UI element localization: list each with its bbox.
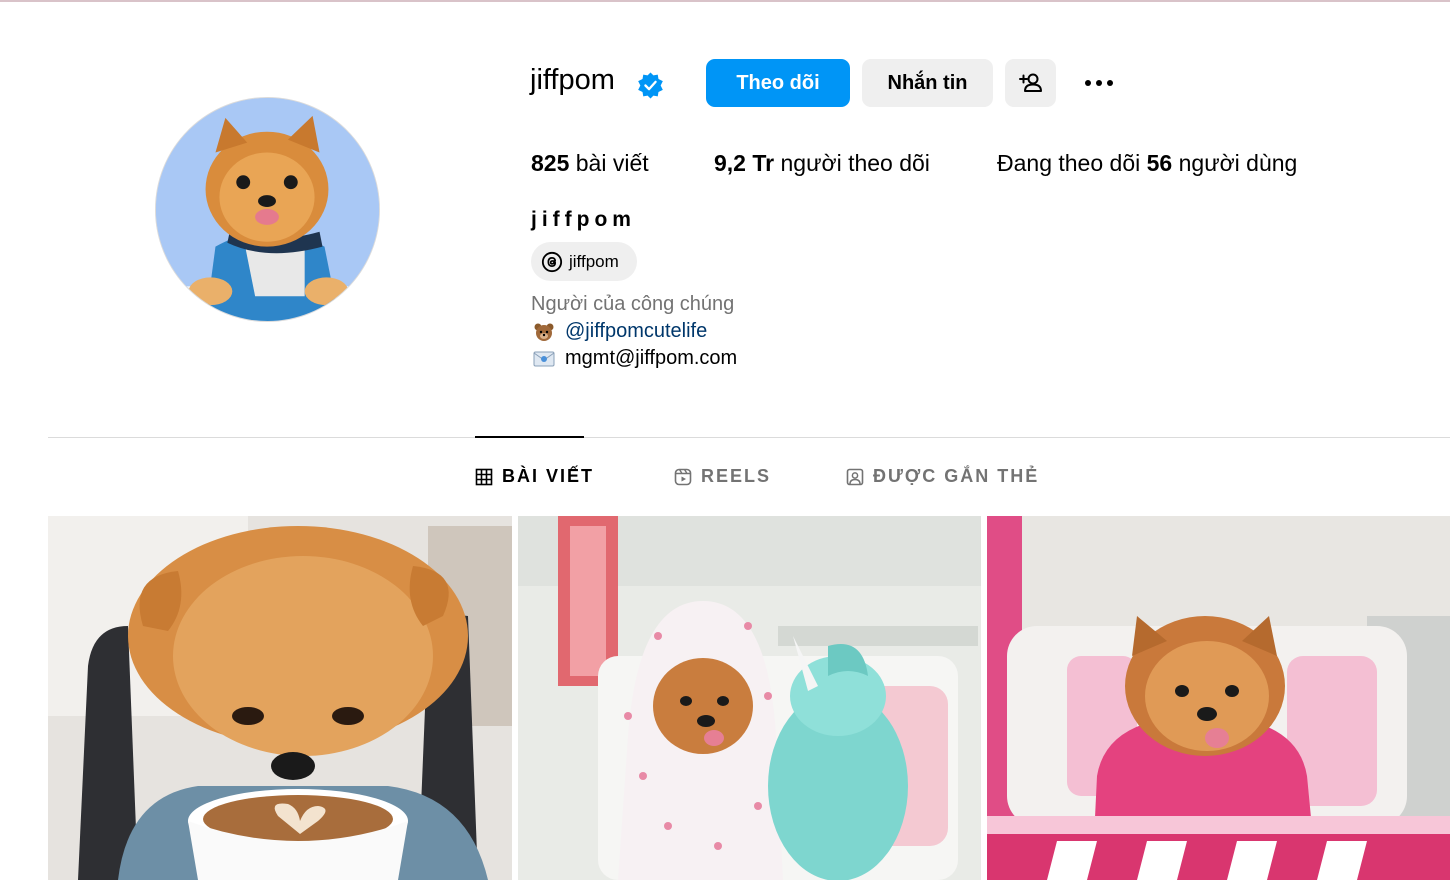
tab-reels[interactable]: REELS [674,466,771,487]
verified-badge-icon [638,72,663,99]
reels-icon [674,468,692,485]
dot [1085,80,1091,86]
email-envelope-icon [533,351,555,366]
threads-link-chip[interactable]: jiffpom [531,242,637,281]
tab-tagged-label: ĐƯỢC GẮN THẺ [873,466,1040,486]
dot [1096,80,1102,86]
dot [1107,80,1113,86]
tab-reels-label: REELS [701,466,772,486]
following-suffix: người dùng [1178,150,1298,176]
grid-icon [475,468,493,485]
threads-icon [541,251,563,272]
posts-label: bài viết [575,150,649,176]
tagged-icon [846,468,864,485]
tab-tagged[interactable]: ĐƯỢC GẮN THẺ [846,466,1039,487]
post-image-unicorn [518,516,981,880]
bio-email: mgmt@jiffpom.com [565,347,738,369]
add-user-icon [1018,73,1042,92]
bear-emoji-icon [534,323,554,341]
message-button[interactable]: Nhắn tin [862,59,993,107]
posts-count-stat: 825 bài viết [531,150,649,177]
followers-count: 9,2 Tr [714,150,775,176]
post-thumbnail[interactable] [987,516,1450,880]
active-tab-indicator [475,436,584,438]
bio-mention-link[interactable]: @jiffpomcutelife [565,320,707,343]
follow-button[interactable]: Theo dõi [706,59,850,107]
profile-username: jiffpom [530,64,615,96]
bio-mention-line: @jiffpomcutelife [533,320,707,343]
following-prefix: Đang theo dõi [997,150,1141,176]
post-image-latte [48,516,512,880]
window-top-border [0,0,1450,2]
tab-posts-label: BÀI VIẾT [502,466,595,486]
post-image-sweet [987,516,1450,880]
profile-category: Người của công chúng [531,293,735,315]
threads-handle: jiffpom [569,251,619,271]
suggest-user-button[interactable] [1005,59,1056,107]
posts-count: 825 [531,150,570,176]
tab-posts[interactable]: BÀI VIẾT [475,466,594,487]
profile-avatar[interactable] [155,97,380,322]
followers-label: người theo dõi [780,150,930,176]
pomeranian-avatar-image [156,98,379,321]
tabs-divider [48,437,1450,438]
more-options-icon[interactable] [1078,70,1120,96]
following-stat[interactable]: Đang theo dõi 56 người dùng [997,150,1297,177]
followers-stat[interactable]: 9,2 Tr người theo dõi [714,150,930,177]
post-thumbnail[interactable] [518,516,981,880]
post-thumbnail[interactable] [48,516,512,880]
bio-email-line: mgmt@jiffpom.com [533,347,737,370]
following-count: 56 [1146,150,1173,176]
profile-full-name: jiffpom [531,208,636,231]
